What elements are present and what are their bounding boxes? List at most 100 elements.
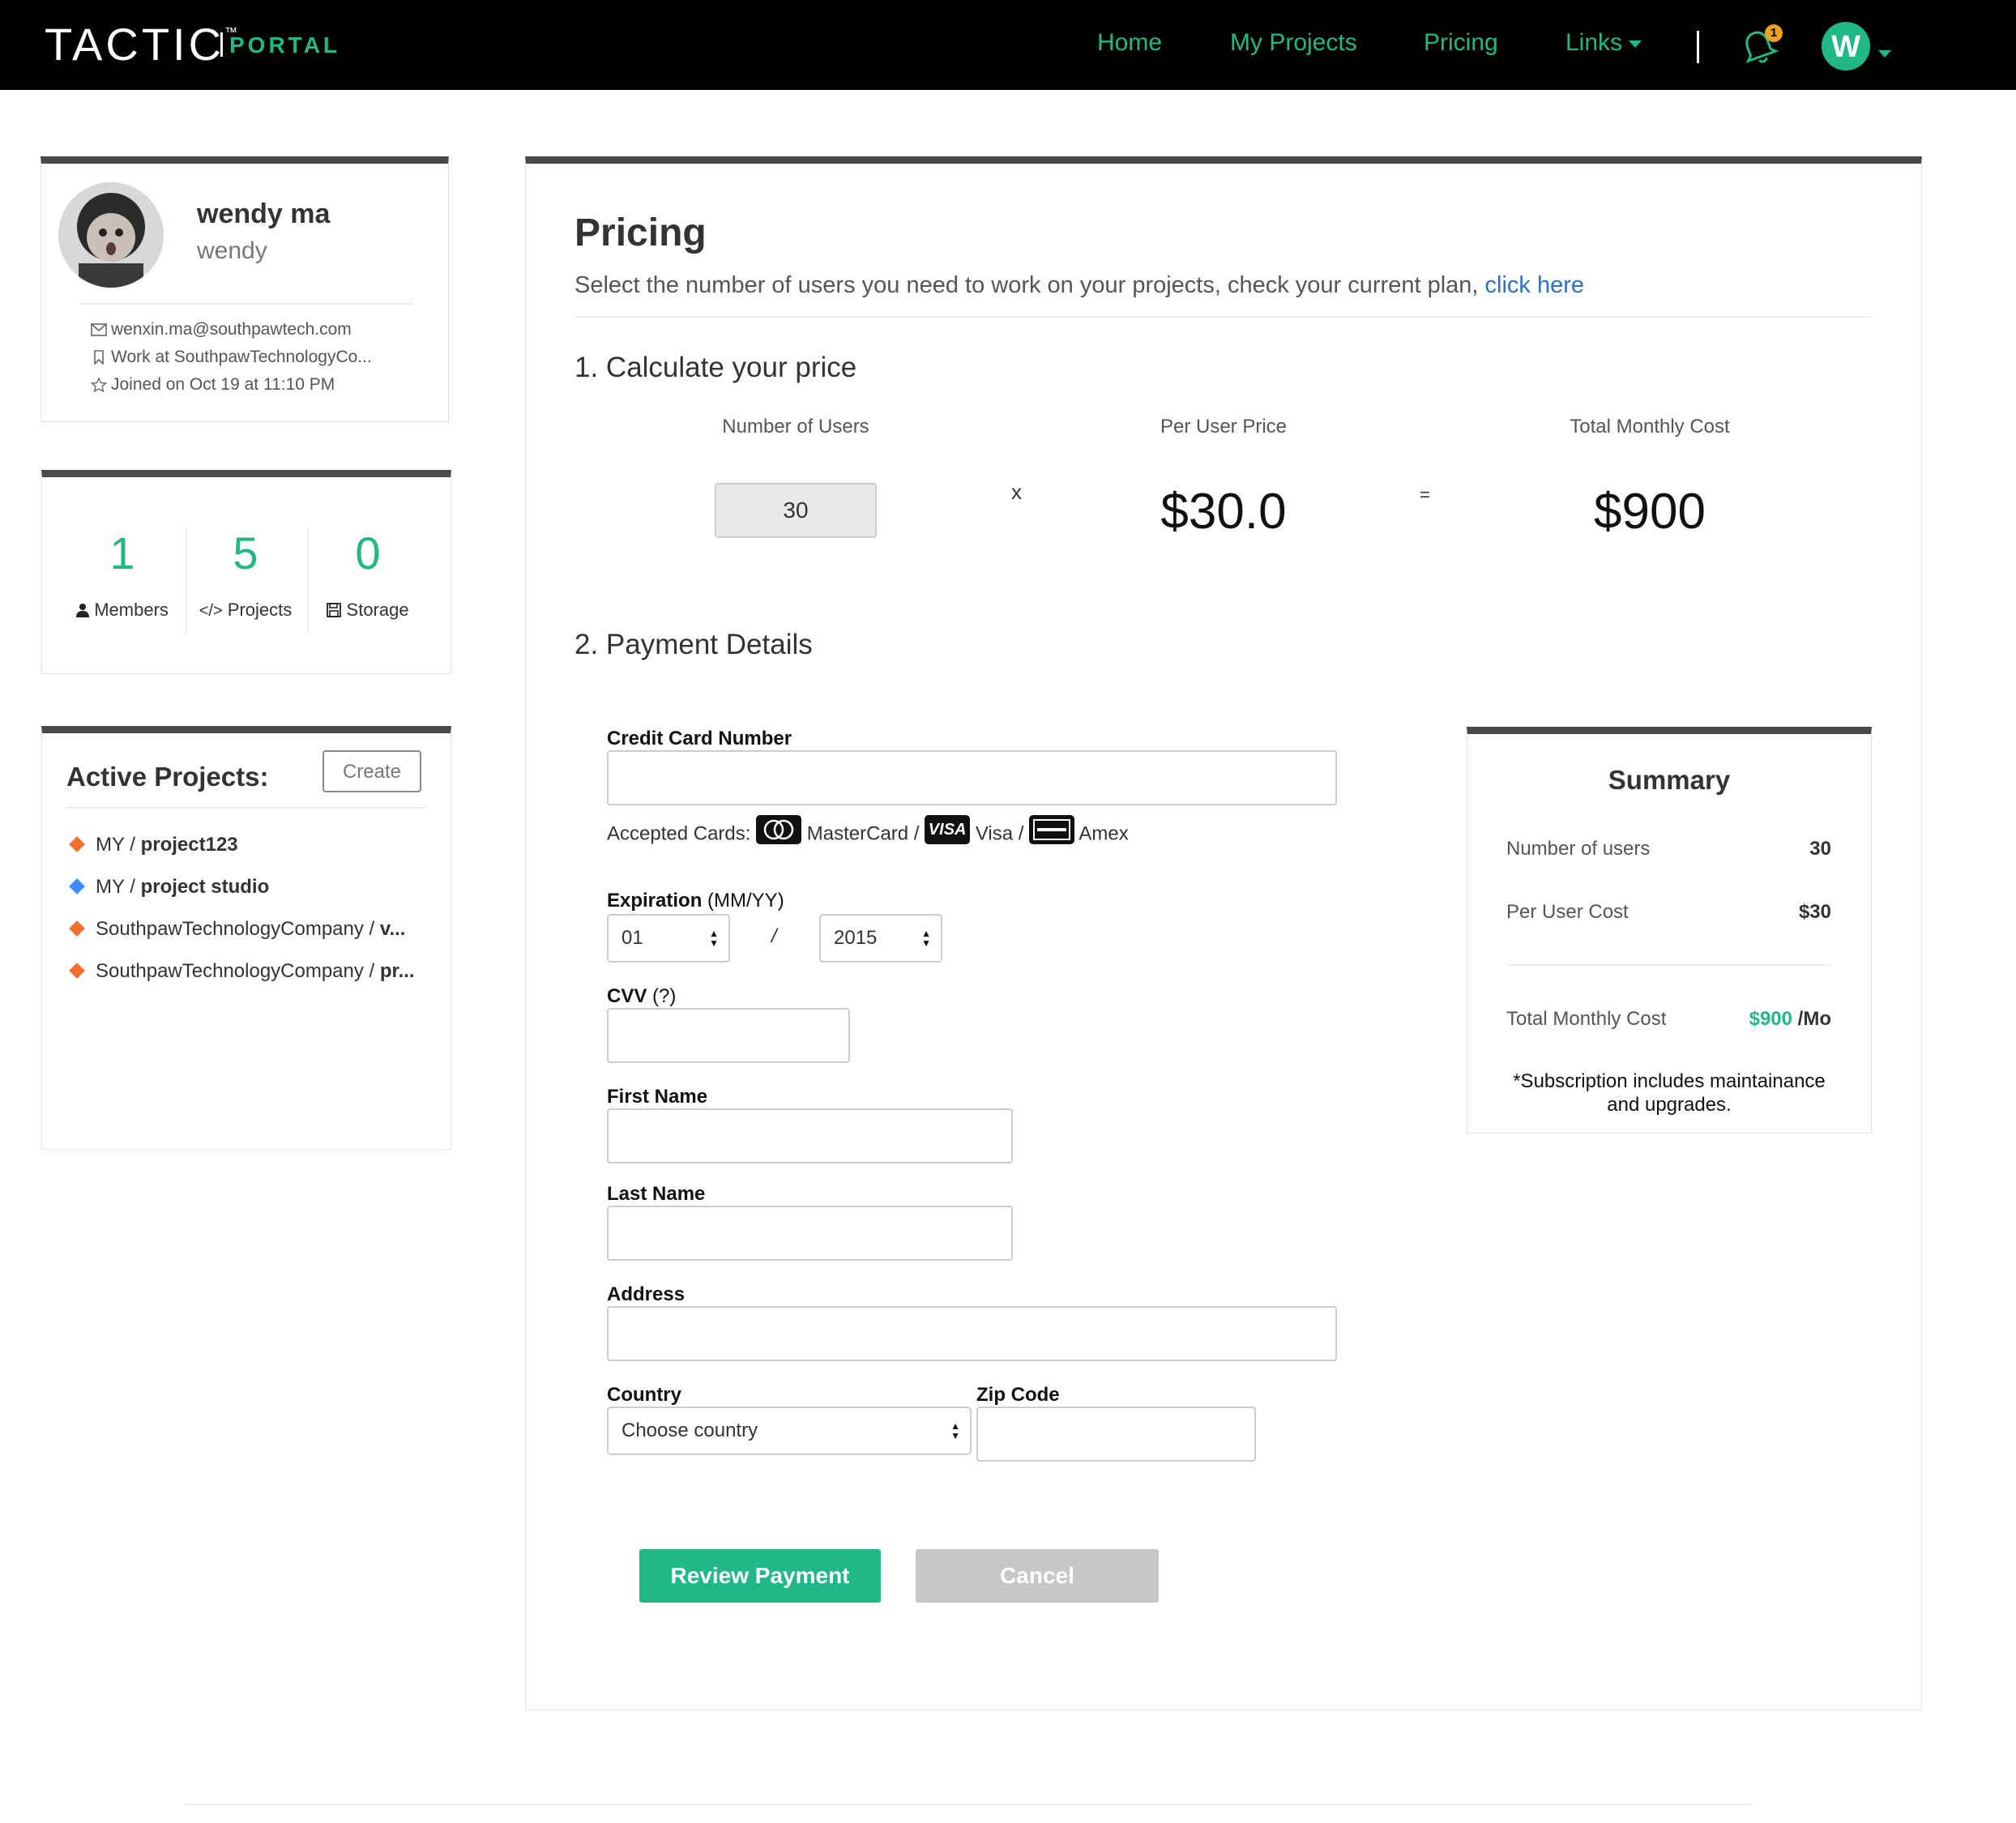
section-payment-heading: 2. Payment Details: [574, 629, 813, 660]
nav-links-label: Links: [1565, 29, 1623, 56]
bookmark-icon: [94, 350, 104, 366]
code-icon: </>: [199, 602, 223, 620]
pricing-subtitle: Select the number of users you need to w…: [574, 272, 1584, 299]
first-name-input[interactable]: [607, 1108, 1013, 1163]
storage-label: Storage: [346, 600, 409, 620]
logo-divider: [220, 32, 223, 57]
project-name: project123: [140, 834, 238, 856]
envelope-icon: [91, 323, 107, 337]
summary-divider: [1506, 964, 1830, 966]
multiply-sign: x: [1011, 480, 1022, 504]
projects-label-row: </> Projects: [185, 600, 306, 621]
country-select[interactable]: Choose country ▲ ▼: [607, 1407, 972, 1455]
user-menu-chevron-icon[interactable]: [1878, 47, 1891, 62]
last-name-input[interactable]: [607, 1206, 1013, 1261]
col-per-user-price: Per User Price: [1160, 416, 1288, 438]
summary-title: Summary: [1608, 765, 1731, 795]
exp-month-value: 01: [621, 927, 643, 949]
accepted-cards-label: Accepted Cards:: [607, 822, 757, 845]
mastercard-icon: [756, 815, 802, 844]
exp-month-select[interactable]: 01 ▲ ▼: [607, 914, 730, 963]
visa-label: Visa /: [975, 822, 1024, 845]
nav-home[interactable]: Home: [1097, 29, 1162, 57]
project-diamond-icon: [69, 920, 85, 937]
summary-users-value: 30: [1809, 838, 1831, 860]
summary-total-label: Total Monthly Cost: [1506, 1008, 1667, 1030]
project-owner: SouthpawTechnologyCompany /: [96, 960, 380, 982]
nav-links-dropdown[interactable]: Links: [1565, 29, 1642, 57]
profile-name: wendy ma: [197, 199, 331, 229]
nav-my-projects[interactable]: My Projects: [1230, 29, 1357, 57]
projects-count: 5: [233, 527, 258, 578]
logo[interactable]: TACTIC™: [45, 18, 237, 70]
amex-label: Amex: [1078, 822, 1129, 845]
col-total-monthly-cost: Total Monthly Cost: [1570, 416, 1730, 438]
active-projects-title: Active Projects:: [66, 762, 269, 792]
members-label-row: Members: [62, 600, 183, 621]
cvv-input[interactable]: [607, 1008, 850, 1063]
summary-per-user-label: Per User Cost: [1506, 901, 1629, 923]
project-item[interactable]: SouthpawTechnologyCompany / pr...: [68, 960, 425, 983]
expiration-label-row: Expiration (MM/YY): [607, 890, 784, 912]
project-diamond-icon: [69, 962, 85, 979]
per-user-price-value: $30.0: [1160, 484, 1287, 540]
exp-year-select[interactable]: 2015 ▲ ▼: [819, 914, 942, 963]
credit-card-input[interactable]: [607, 750, 1337, 805]
select-arrows-icon: ▲ ▼: [921, 928, 931, 949]
zip-code-input[interactable]: [976, 1407, 1256, 1462]
select-arrows-icon: ▲ ▼: [950, 1420, 960, 1441]
project-item[interactable]: MY / project studio: [68, 876, 425, 899]
total-monthly-cost-value: $900: [1594, 484, 1706, 540]
pricing-subtitle-text: Select the number of users you need to w…: [574, 272, 1485, 298]
country-select-value: Choose country: [621, 1420, 758, 1441]
profile-username: wendy: [197, 237, 267, 264]
cvv-label-row: CVV (?): [607, 985, 676, 1008]
summary-total-value: $900: [1749, 1008, 1792, 1030]
profile-work-row: Work at SouthpawTechnologyCo...: [91, 348, 372, 367]
user-icon: [76, 604, 90, 617]
profile-email-row: wenxin.ma@southpawtech.com: [91, 320, 352, 339]
cancel-button[interactable]: Cancel: [916, 1549, 1159, 1603]
profile-divider: [79, 303, 413, 305]
project-item[interactable]: SouthpawTechnologyCompany / v...: [68, 918, 425, 941]
storage-label-row: Storage: [307, 600, 429, 621]
review-payment-button[interactable]: Review Payment: [639, 1549, 881, 1603]
expiration-hint: (MM/YY): [707, 890, 784, 912]
exp-year-value: 2015: [834, 927, 878, 949]
profile-email: wenxin.ma@southpawtech.com: [111, 320, 352, 339]
project-diamond-icon: [69, 835, 85, 852]
storage-count: 0: [355, 527, 381, 578]
chevron-down-icon: [1629, 40, 1642, 48]
number-of-users-input[interactable]: [715, 483, 877, 538]
project-name: project studio: [140, 876, 270, 898]
profile-work: Work at SouthpawTechnologyCo...: [111, 348, 372, 366]
summary-total-row: $900 /Mo: [1749, 1008, 1831, 1031]
summary-note: *Subscription includes maintainance and …: [1513, 1070, 1826, 1116]
first-name-label: First Name: [607, 1086, 708, 1108]
page-title: Pricing: [574, 211, 707, 254]
project-item[interactable]: MY / project123: [68, 834, 425, 856]
cvv-help[interactable]: (?): [652, 985, 676, 1007]
country-label: Country: [607, 1384, 681, 1406]
visa-icon: VISA: [925, 815, 971, 844]
col-number-of-users: Number of Users: [722, 416, 869, 438]
expiration-separator: /: [771, 925, 777, 947]
nav-pricing[interactable]: Pricing: [1424, 29, 1498, 57]
address-input[interactable]: [607, 1306, 1337, 1361]
mastercard-label: MasterCard /: [806, 822, 920, 845]
user-avatar[interactable]: W: [1822, 22, 1870, 70]
current-plan-link[interactable]: click here: [1485, 272, 1585, 298]
section-calculate-heading: 1. Calculate your price: [574, 352, 857, 383]
notification-badge: 1: [1765, 24, 1783, 42]
star-icon: [90, 377, 108, 393]
create-project-button[interactable]: Create: [322, 750, 421, 792]
project-owner: MY /: [96, 876, 141, 898]
profile-joined: Joined on Oct 19 at 11:10 PM: [111, 375, 335, 394]
equals-sign: =: [1420, 485, 1430, 505]
project-owner: SouthpawTechnologyCompany /: [96, 918, 380, 940]
credit-card-label: Credit Card Number: [607, 728, 792, 749]
project-name: v...: [379, 918, 406, 940]
project-name: pr...: [379, 960, 415, 982]
projects-divider: [66, 807, 426, 809]
accepted-cards-row: Accepted Cards: MasterCard / VISA Visa /…: [607, 815, 1129, 849]
